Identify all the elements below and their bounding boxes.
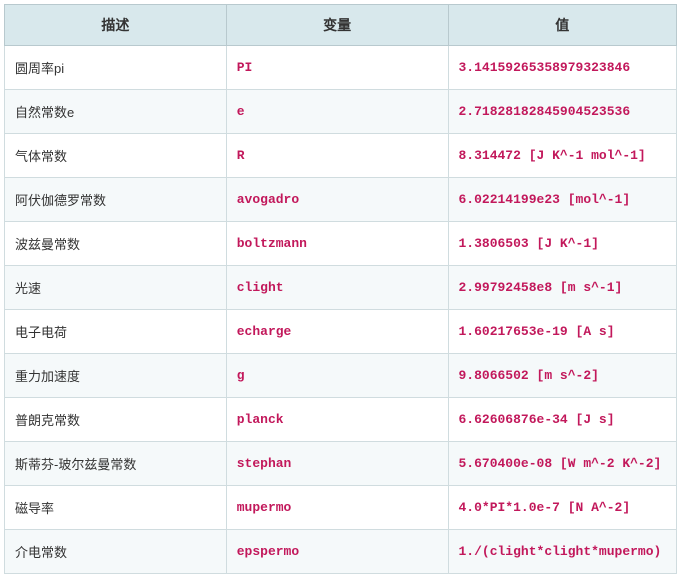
table-row: 阿伏伽德罗常数avogadro6.02214199e23 [mol^-1] [5,178,677,222]
cell-variable: avogadro [226,178,448,222]
cell-value: 1./(clight*clight*mupermo) [448,530,677,574]
cell-description: 斯蒂芬-玻尔兹曼常数 [5,442,227,486]
table-row: 磁导率mupermo4.0*PI*1.0e-7 [N A^-2] [5,486,677,530]
cell-variable: planck [226,398,448,442]
cell-variable: R [226,134,448,178]
table-row: 波兹曼常数boltzmann1.3806503 [J K^-1] [5,222,677,266]
cell-description: 光速 [5,266,227,310]
table-row: 气体常数R8.314472 [J K^-1 mol^-1] [5,134,677,178]
cell-description: 普朗克常数 [5,398,227,442]
cell-description: 气体常数 [5,134,227,178]
cell-value: 6.62606876e-34 [J s] [448,398,677,442]
cell-variable: g [226,354,448,398]
cell-variable: e [226,90,448,134]
table-row: 电子电荷echarge1.60217653e-19 [A s] [5,310,677,354]
cell-value: 2.99792458e8 [m s^-1] [448,266,677,310]
cell-value: 6.02214199e23 [mol^-1] [448,178,677,222]
cell-value: 5.670400e-08 [W m^-2 K^-2] [448,442,677,486]
table-row: 自然常数ee2.71828182845904523536 [5,90,677,134]
table-row: 普朗克常数planck6.62606876e-34 [J s] [5,398,677,442]
header-variable: 变量 [226,5,448,46]
table-row: 圆周率piPI3.14159265358979323846 [5,46,677,90]
header-value: 值 [448,5,677,46]
cell-description: 重力加速度 [5,354,227,398]
cell-description: 磁导率 [5,486,227,530]
cell-description: 阿伏伽德罗常数 [5,178,227,222]
table-row: 介电常数epspermo1./(clight*clight*mupermo) [5,530,677,574]
cell-description: 电子电荷 [5,310,227,354]
table-row: 斯蒂芬-玻尔兹曼常数stephan5.670400e-08 [W m^-2 K^… [5,442,677,486]
table-body: 圆周率piPI3.14159265358979323846自然常数ee2.718… [5,46,677,574]
cell-description: 自然常数e [5,90,227,134]
cell-description: 介电常数 [5,530,227,574]
cell-value: 1.60217653e-19 [A s] [448,310,677,354]
cell-value: 2.71828182845904523536 [448,90,677,134]
cell-value: 8.314472 [J K^-1 mol^-1] [448,134,677,178]
cell-variable: PI [226,46,448,90]
cell-description: 圆周率pi [5,46,227,90]
header-description: 描述 [5,5,227,46]
cell-value: 9.8066502 [m s^-2] [448,354,677,398]
cell-variable: epspermo [226,530,448,574]
table-row: 重力加速度g9.8066502 [m s^-2] [5,354,677,398]
cell-variable: clight [226,266,448,310]
cell-variable: echarge [226,310,448,354]
table-row: 光速clight2.99792458e8 [m s^-1] [5,266,677,310]
cell-variable: mupermo [226,486,448,530]
cell-value: 1.3806503 [J K^-1] [448,222,677,266]
table-header-row: 描述 变量 值 [5,5,677,46]
cell-value: 3.14159265358979323846 [448,46,677,90]
cell-description: 波兹曼常数 [5,222,227,266]
constants-table: 描述 变量 值 圆周率piPI3.14159265358979323846自然常… [4,4,677,574]
cell-variable: boltzmann [226,222,448,266]
cell-variable: stephan [226,442,448,486]
cell-value: 4.0*PI*1.0e-7 [N A^-2] [448,486,677,530]
